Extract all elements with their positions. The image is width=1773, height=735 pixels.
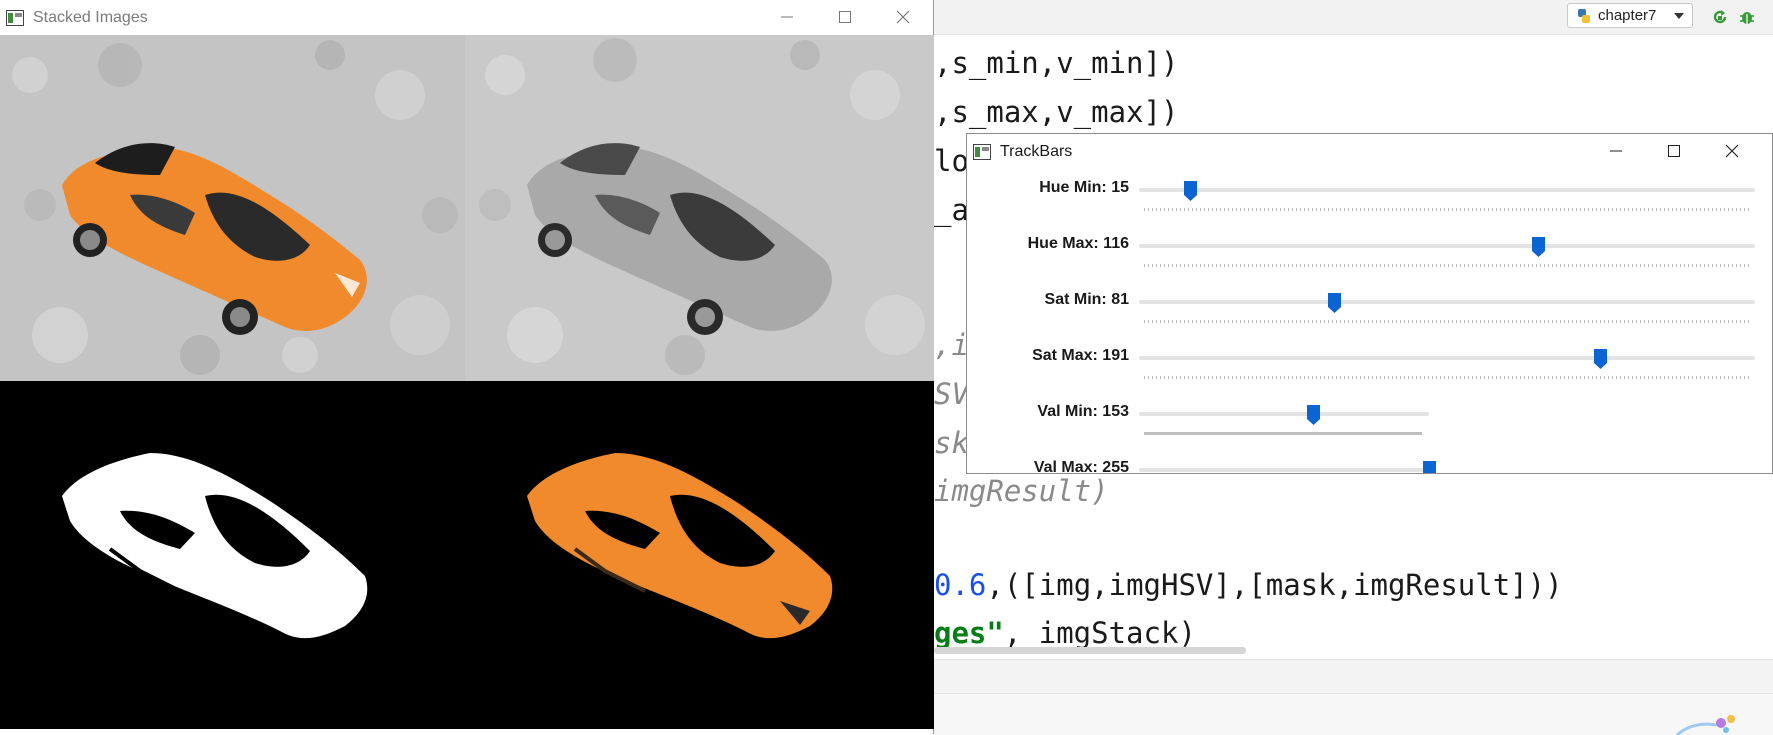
trackbar-label: Sat Max: 191 — [1032, 347, 1129, 364]
trackbar-ticks — [1144, 208, 1752, 211]
minimize-icon[interactable] — [1603, 139, 1629, 163]
minimize-icon[interactable] — [774, 5, 800, 29]
mask-image — [0, 381, 465, 729]
trackbar-groove[interactable] — [1139, 412, 1429, 416]
code-text: , imgStack) — [1003, 616, 1196, 650]
close-icon[interactable] — [890, 5, 916, 29]
code-string: ges" — [934, 616, 1004, 650]
trackbar-groove[interactable] — [1139, 244, 1755, 248]
trackbar-list: Hue Min: 15 Hue Max: 116 Sat Min: 81 Sat… — [967, 170, 1772, 474]
window-icon — [6, 9, 24, 26]
editor-breadcrumb-bar — [934, 659, 1773, 694]
trackbar-handle[interactable] — [1184, 181, 1198, 201]
trackbar-handle[interactable] — [1593, 349, 1607, 369]
window-icon — [973, 144, 991, 160]
python-icon — [1578, 8, 1590, 23]
ide-toolbar: chapter7 — [934, 0, 1773, 35]
code-line: ,s_min,v_min]) — [934, 46, 1179, 80]
window-title: TrackBars — [1000, 143, 1073, 160]
code-line: sk — [934, 426, 969, 460]
trackbar-ticks — [1144, 376, 1752, 379]
original-image — [0, 35, 465, 381]
code-line: ,i — [934, 328, 969, 362]
trackbar-sat-max: Sat Max: 191 — [967, 346, 1772, 402]
trackbar-groove[interactable] — [1139, 356, 1755, 360]
trackbar-ticks — [1144, 432, 1422, 435]
chevron-down-icon — [1674, 12, 1684, 19]
image-stack — [0, 35, 934, 729]
trackbar-handle[interactable] — [1531, 237, 1545, 257]
editor-horizontal-scrollbar[interactable] — [934, 647, 1246, 654]
trackbar-hue-min: Hue Min: 15 — [967, 178, 1772, 234]
trackbar-groove[interactable] — [1139, 468, 1429, 472]
maximize-icon[interactable] — [832, 5, 858, 29]
code-line: ,s_max,v_max]) — [934, 95, 1179, 129]
code-line: lo — [934, 144, 969, 178]
trackbar-label: Val Max: 255 — [1033, 459, 1129, 474]
trackbar-label: Hue Max: 116 — [1027, 235, 1129, 252]
trackbars-window: TrackBars Hue Min: 15 Hue Max: 116 Sat M… — [966, 133, 1773, 474]
code-line: SV — [934, 377, 969, 411]
code-line: ges", imgStack) — [934, 616, 1196, 650]
trackbar-sat-min: Sat Min: 81 — [967, 290, 1772, 346]
result-image — [465, 381, 934, 729]
hsv-image — [465, 35, 934, 381]
close-icon[interactable] — [1719, 139, 1745, 163]
trackbar-label: Sat Min: 81 — [1044, 291, 1129, 308]
code-line: _a — [934, 193, 969, 227]
code-number: 0.6 — [934, 568, 987, 602]
trackbar-handle[interactable] — [1422, 461, 1436, 474]
trackbar-ticks — [1144, 320, 1752, 323]
stacked-images-titlebar[interactable]: Stacked Images — [0, 0, 933, 35]
trackbar-ticks — [1144, 264, 1752, 267]
code-text: ,([img,imgHSV],[mask,imgResult])) — [986, 568, 1563, 602]
trackbar-val-min: Val Min: 153 — [967, 402, 1772, 458]
trackbar-groove[interactable] — [1139, 300, 1755, 304]
run-config-selector[interactable]: chapter7 — [1567, 3, 1693, 28]
window-title: Stacked Images — [33, 8, 148, 26]
plugin-icon — [1676, 715, 1735, 735]
trackbar-hue-max: Hue Max: 116 — [967, 234, 1772, 290]
trackbar-label: Val Min: 153 — [1037, 403, 1129, 420]
maximize-icon[interactable] — [1661, 139, 1687, 163]
ide-bottom-panel — [934, 693, 1773, 735]
code-line: 0.6,([img,imgHSV],[mask,imgResult])) — [934, 568, 1563, 602]
trackbars-titlebar[interactable]: TrackBars — [967, 134, 1772, 170]
trackbar-handle[interactable] — [1306, 405, 1320, 425]
run-config-label: chapter7 — [1598, 7, 1657, 24]
trackbar-label: Hue Min: 15 — [1039, 179, 1129, 196]
trackbar-handle[interactable] — [1328, 293, 1342, 313]
rerun-icon[interactable] — [1711, 8, 1729, 26]
stacked-images-window: Stacked Images — [0, 0, 934, 734]
debug-icon[interactable] — [1738, 8, 1756, 26]
trackbar-val-max: Val Max: 255 — [967, 458, 1772, 474]
code-line: imgResult) — [934, 474, 1109, 508]
trackbar-groove[interactable] — [1139, 188, 1755, 192]
